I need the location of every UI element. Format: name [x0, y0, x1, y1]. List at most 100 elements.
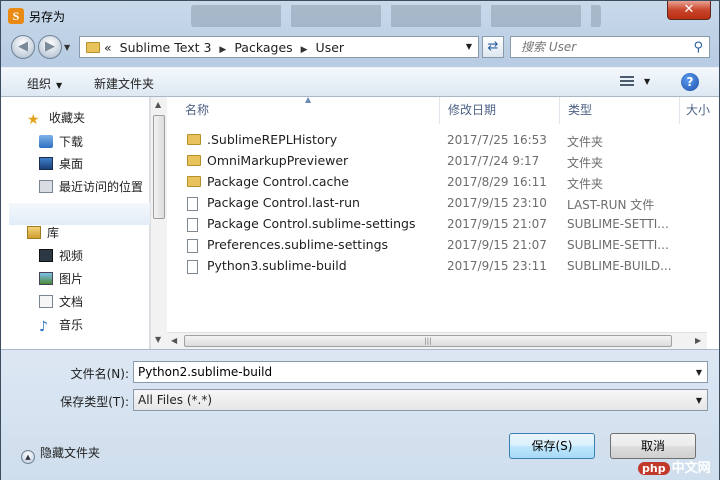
star-icon: ★: [27, 112, 40, 128]
nav-desktop[interactable]: 桌面: [39, 154, 83, 174]
scroll-left-icon[interactable]: ◀: [171, 336, 177, 345]
window-title: 另存为: [29, 10, 66, 24]
help-icon[interactable]: ?: [681, 73, 699, 91]
folder-icon: [86, 42, 100, 53]
back-arrow-icon: ◀: [18, 39, 28, 54]
filetype-dropdown-icon[interactable]: ▼: [696, 396, 702, 405]
nav-pictures[interactable]: 图片: [39, 269, 83, 289]
breadcrumb-packages[interactable]: Packages: [234, 40, 292, 55]
nav-favorites-label: 收藏夹: [49, 111, 86, 125]
search-input[interactable]: [521, 40, 681, 54]
recent-locations-dropdown[interactable]: ▼: [64, 43, 70, 52]
nav-downloads[interactable]: 下载: [39, 132, 83, 152]
save-form: 文件名(N): ▼ 保存类型(T): All Files (*.*) ▼ ▲ 隐藏…: [1, 349, 719, 480]
downloads-icon: [39, 135, 53, 148]
view-caret-icon[interactable]: ▼: [644, 77, 650, 86]
nav-desktop-label: 桌面: [59, 157, 84, 171]
nav-recent-places-label: 最近访问的位置: [59, 180, 144, 194]
navigation-scrollbar[interactable]: ▲ ▼: [150, 97, 167, 349]
file-type: 文件夹: [567, 177, 604, 191]
scrollbar-thumb[interactable]: [153, 115, 165, 219]
watermark-badge: php: [638, 462, 670, 475]
music-icon: ♪: [39, 319, 48, 335]
pictures-icon: [39, 272, 53, 285]
library-icon: [27, 226, 41, 239]
new-folder-button[interactable]: 新建文件夹: [94, 75, 154, 92]
php-watermark-logo: php 中文网: [638, 457, 718, 479]
save-button[interactable]: 保存(S): [509, 433, 595, 459]
nav-libraries-label: 库: [47, 226, 60, 240]
horizontal-scrollbar[interactable]: ◀ ||| ▶: [167, 332, 707, 349]
file-name: Package Control.sublime-settings: [207, 216, 416, 231]
file-row[interactable]: Package Control.last-run 2017/9/15 23:10 L…: [167, 193, 707, 214]
scroll-right-icon[interactable]: ▶: [695, 336, 701, 345]
address-row: ◀ ▶ ▼ « Sublime Text 3 ▶ Packages ▶ User…: [1, 31, 719, 63]
file-icon: [187, 218, 198, 232]
hide-folders-toggle[interactable]: ▲ 隐藏文件夹: [21, 444, 100, 464]
file-date: 2017/9/15 21:07: [447, 217, 547, 231]
scroll-up-icon[interactable]: ▲: [155, 100, 161, 109]
file-date: 2017/9/15 23:10: [447, 196, 547, 210]
column-name[interactable]: ▲ 名称: [167, 95, 440, 124]
search-icon[interactable]: ⚲: [693, 40, 703, 55]
scroll-down-icon[interactable]: ▼: [155, 335, 161, 344]
file-row[interactable]: Python3.sublime-build 2017/9/15 23:11 SUBL…: [167, 256, 707, 277]
filename-dropdown-icon[interactable]: ▼: [696, 368, 702, 377]
navigation-pane: ★ 收藏夹 下载 桌面 最近访问的位置 库 视频 图片 文档 ♪ 音乐: [1, 97, 150, 349]
file-row[interactable]: .SublimeREPLHistory 2017/7/25 16:53 文件夹: [167, 130, 707, 151]
file-row[interactable]: OmniMarkupPreviewer 2017/7/24 9:17 文件夹: [167, 151, 707, 172]
background-tabs: [191, 5, 601, 27]
column-size[interactable]: 大小: [680, 97, 719, 124]
filename-label: 文件名(N):: [70, 367, 129, 381]
breadcrumb-sublime-text-3[interactable]: Sublime Text 3: [120, 40, 212, 55]
address-dropdown-icon[interactable]: ▼: [466, 42, 472, 51]
cancel-button[interactable]: 取消: [610, 433, 696, 459]
file-date: 2017/9/15 21:07: [447, 238, 547, 252]
file-name: .SublimeREPLHistory: [207, 132, 338, 147]
hide-folders-label: 隐藏文件夹: [40, 446, 101, 460]
forward-button[interactable]: ▶: [38, 35, 62, 59]
horizontal-scrollbar-thumb[interactable]: |||: [184, 335, 672, 347]
file-name: Package Control.last-run: [207, 195, 360, 210]
desktop-icon: [39, 157, 53, 170]
file-row[interactable]: Preferences.sublime-settings 2017/9/15 21…: [167, 235, 707, 256]
sublime-app-icon: S: [8, 8, 24, 24]
sort-ascending-icon: ▲: [305, 95, 312, 104]
back-button[interactable]: ◀: [11, 35, 35, 59]
breadcrumb-user[interactable]: User: [316, 40, 345, 55]
organize-menu[interactable]: 组织 ▼: [27, 75, 62, 92]
nav-music[interactable]: ♪ 音乐: [39, 315, 83, 335]
breadcrumb-separator-icon[interactable]: ▶: [219, 45, 226, 55]
file-type: SUBLIME-SETTI...: [567, 238, 669, 252]
nav-favorites[interactable]: ★ 收藏夹: [27, 108, 85, 128]
file-name: Package Control.cache: [207, 174, 349, 189]
file-date: 2017/7/24 9:17: [447, 154, 540, 168]
save-as-dialog: S 另存为 ✕ ◀ ▶ ▼ « Sublime Text 3 ▶ Package…: [0, 0, 720, 480]
column-type[interactable]: 类型: [560, 97, 680, 124]
file-icon: [187, 197, 198, 211]
file-row[interactable]: Package Control.sublime-settings 2017/9/1…: [167, 214, 707, 235]
filetype-select[interactable]: All Files (*.*) ▼: [133, 389, 708, 411]
nav-videos[interactable]: 视频: [39, 246, 83, 266]
breadcrumb-separator-icon[interactable]: ▶: [301, 45, 308, 55]
breadcrumb-overflow[interactable]: «: [104, 40, 112, 55]
file-row[interactable]: Package Control.cache 2017/8/29 16:11 文件夹: [167, 172, 707, 193]
refresh-button[interactable]: ⇄: [482, 36, 504, 58]
column-name-label: 名称: [185, 103, 210, 117]
filename-field[interactable]: ▼: [133, 361, 708, 383]
nav-libraries[interactable]: 库: [27, 223, 59, 243]
collapse-up-icon: ▲: [21, 450, 35, 464]
column-modified[interactable]: 修改日期: [440, 97, 560, 124]
nav-downloads-label: 下载: [59, 135, 84, 149]
filename-input[interactable]: [138, 365, 678, 379]
address-bar[interactable]: « Sublime Text 3 ▶ Packages ▶ User ▼: [79, 36, 479, 58]
nav-documents[interactable]: 文档: [39, 292, 83, 312]
close-button[interactable]: ✕: [667, 1, 711, 20]
nav-recent-places[interactable]: 最近访问的位置: [39, 177, 143, 197]
watermark-text: 中文网: [671, 461, 711, 476]
file-date: 2017/8/29 16:11: [447, 175, 547, 189]
view-options-icon[interactable]: [620, 76, 634, 88]
file-name: Python3.sublime-build: [207, 258, 347, 273]
file-name: Preferences.sublime-settings: [207, 237, 389, 252]
search-box[interactable]: ⚲: [510, 36, 710, 58]
